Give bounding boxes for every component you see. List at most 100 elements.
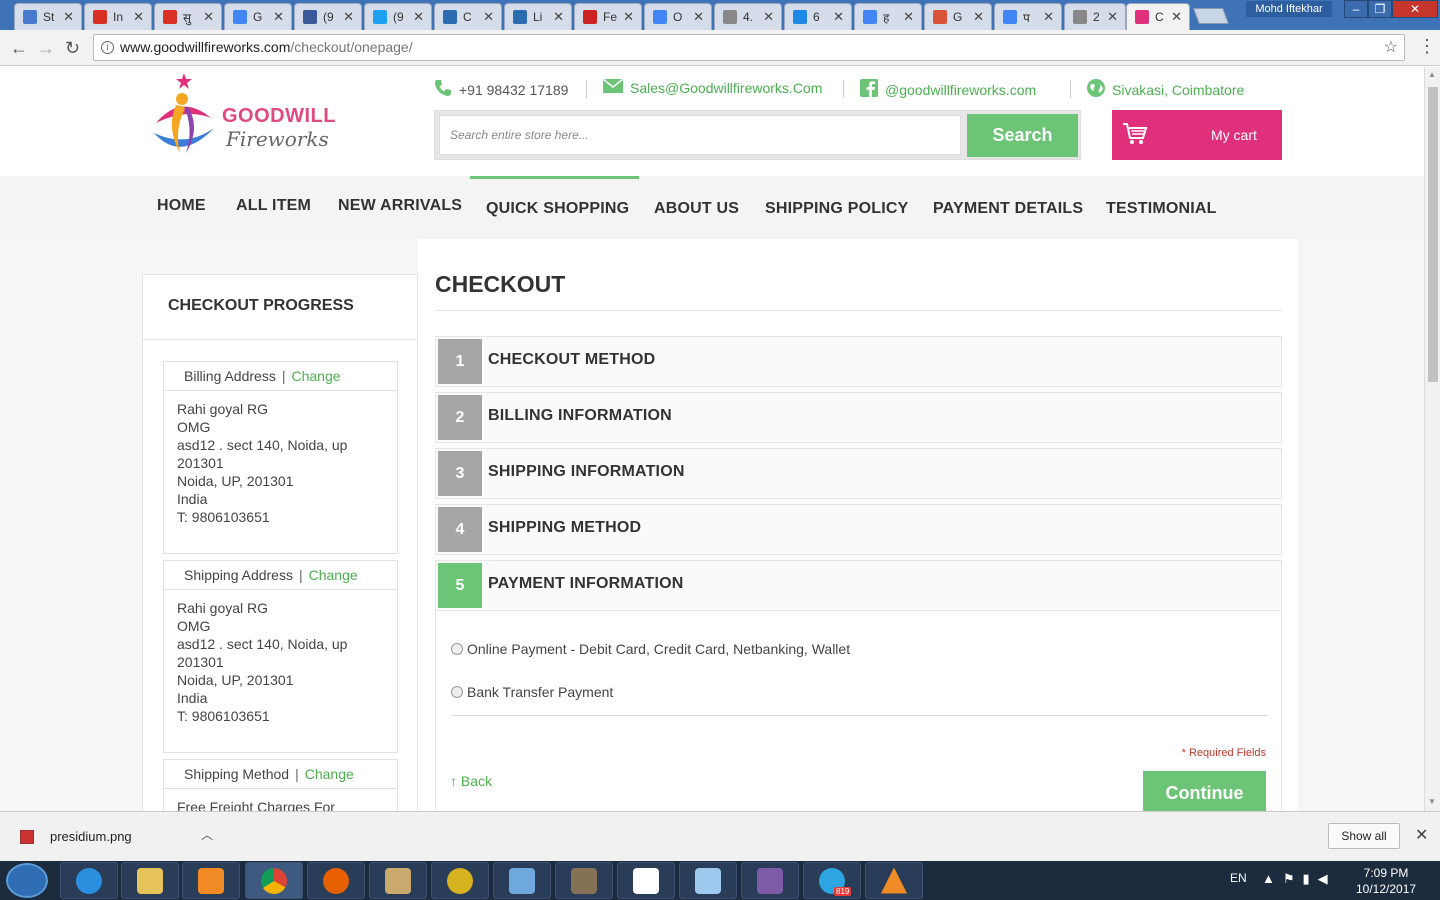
restore-window-icon[interactable]: ❐ <box>1368 0 1392 18</box>
header-facebook[interactable]: @goodwillfireworks.com <box>860 79 1036 100</box>
close-tab-icon[interactable]: ✕ <box>133 9 144 25</box>
nav-item-about-us[interactable]: ABOUT US <box>654 200 739 218</box>
browser-tab[interactable]: G ✕ <box>224 3 292 30</box>
nav-item-quick-shopping[interactable]: QUICK SHOPPING <box>486 200 629 218</box>
app-icon[interactable] <box>431 862 489 899</box>
firefox-icon[interactable] <box>307 862 365 899</box>
close-tab-icon[interactable]: ✕ <box>1107 9 1118 25</box>
browser-tab[interactable]: G ✕ <box>924 3 992 30</box>
language-indicator[interactable]: EN <box>1230 871 1247 885</box>
close-tab-icon[interactable]: ✕ <box>1171 9 1182 25</box>
notes-icon[interactable] <box>679 862 737 899</box>
scrollbar-thumb[interactable] <box>1428 87 1438 382</box>
system-tray-icons[interactable]: ▲⚑▮◀ <box>1262 871 1336 887</box>
nav-item-shipping-policy[interactable]: SHIPPING POLICY <box>765 200 908 218</box>
back-link[interactable]: ↑ Back <box>450 773 492 789</box>
nav-item-new-arrivals[interactable]: NEW ARRIVALS <box>338 197 462 215</box>
browser-profile-name[interactable]: Mohd Iftekhar <box>1246 1 1332 17</box>
browser-tab-active[interactable]: C ✕ <box>1126 3 1190 30</box>
vlc-icon[interactable] <box>865 862 923 899</box>
close-tab-icon[interactable]: ✕ <box>833 9 844 25</box>
close-tab-icon[interactable]: ✕ <box>63 9 74 25</box>
nav-item-all-item[interactable]: ALL ITEM <box>236 197 311 215</box>
payment-option-bank-transfer[interactable]: Bank Transfer Payment <box>451 684 613 700</box>
continue-button[interactable]: Continue <box>1143 771 1266 811</box>
browser-tab[interactable]: O ✕ <box>644 3 712 30</box>
nav-item-payment-details[interactable]: PAYMENT DETAILS <box>933 200 1083 218</box>
download-item[interactable]: presidium.png <box>20 829 132 844</box>
change-billing-link[interactable]: Change <box>291 368 340 384</box>
step-billing-information[interactable]: 2 BILLING INFORMATION <box>435 392 1282 443</box>
browser-tab[interactable]: प ✕ <box>994 3 1062 30</box>
site-logo[interactable]: GOODWILL Fireworks <box>146 73 335 163</box>
back-arrow-icon[interactable]: ← <box>10 38 28 59</box>
radio-button[interactable] <box>451 686 463 698</box>
browser-tab[interactable]: Li ✕ <box>504 3 572 30</box>
image-viewer-icon[interactable] <box>493 862 551 899</box>
step-checkout-method[interactable]: 1 CHECKOUT METHOD <box>435 336 1282 387</box>
close-window-icon[interactable]: ✕ <box>1392 0 1438 18</box>
page-scrollbar[interactable]: ▲ ▼ <box>1424 67 1440 811</box>
close-tab-icon[interactable]: ✕ <box>273 9 284 25</box>
change-shipping-method-link[interactable]: Change <box>305 766 354 782</box>
header-email[interactable]: Sales@Goodwillfireworks.Com <box>602 78 822 96</box>
minimize-window-icon[interactable]: – <box>1344 0 1368 18</box>
telegram-icon[interactable]: 819 <box>803 862 861 899</box>
new-tab-button[interactable] <box>1193 8 1229 24</box>
search-button[interactable]: Search <box>967 114 1078 157</box>
reload-icon[interactable]: ↻ <box>65 38 80 59</box>
nav-item-home[interactable]: HOME <box>157 197 206 215</box>
close-tab-icon[interactable]: ✕ <box>343 9 354 25</box>
browser-tab[interactable]: 6 ✕ <box>784 3 852 30</box>
paint-icon[interactable] <box>369 862 427 899</box>
browser-tab[interactable]: St ✕ <box>14 3 82 30</box>
site-info-icon[interactable]: i <box>101 41 114 54</box>
file-explorer-icon[interactable] <box>121 862 179 899</box>
browser-tab[interactable]: (9 ✕ <box>294 3 362 30</box>
close-tab-icon[interactable]: ✕ <box>483 9 494 25</box>
browser-tab[interactable]: C ✕ <box>434 3 502 30</box>
close-tab-icon[interactable]: ✕ <box>623 9 634 25</box>
payment-option-online[interactable]: Online Payment - Debit Card, Credit Card… <box>451 641 850 657</box>
internet-explorer-icon[interactable] <box>60 862 118 899</box>
close-tab-icon[interactable]: ✕ <box>413 9 424 25</box>
change-shipping-address-link[interactable]: Change <box>309 567 358 583</box>
close-tab-icon[interactable]: ✕ <box>903 9 914 25</box>
close-tab-icon[interactable]: ✕ <box>553 9 564 25</box>
media-player-icon[interactable] <box>182 862 240 899</box>
app-icon[interactable] <box>741 862 799 899</box>
gimp-icon[interactable] <box>555 862 613 899</box>
close-tab-icon[interactable]: ✕ <box>973 9 984 25</box>
my-cart-button[interactable]: My cart <box>1112 110 1282 160</box>
close-tab-icon[interactable]: ✕ <box>1043 9 1054 25</box>
browser-tab[interactable]: In ✕ <box>84 3 152 30</box>
browser-tab[interactable]: (9 ✕ <box>364 3 432 30</box>
taskbar-clock[interactable]: 7:09 PM 10/12/2017 <box>1356 865 1416 897</box>
browser-menu-icon[interactable]: ⋮ <box>1418 36 1436 57</box>
browser-tab[interactable]: 2 ✕ <box>1064 3 1126 30</box>
windows-start-icon[interactable] <box>6 863 48 898</box>
forward-arrow-icon[interactable]: → <box>37 38 55 59</box>
chrome-icon[interactable] <box>245 862 303 899</box>
browser-tab[interactable]: Fe ✕ <box>574 3 642 30</box>
header-phone[interactable]: +91 98432 17189 <box>434 79 568 100</box>
radio-button[interactable] <box>451 643 463 655</box>
app-icon[interactable] <box>617 862 675 899</box>
close-download-bar-icon[interactable]: ✕ <box>1415 825 1428 845</box>
step-shipping-method[interactable]: 4 SHIPPING METHOD <box>435 504 1282 555</box>
browser-tab[interactable]: ह ✕ <box>854 3 922 30</box>
chevron-up-icon[interactable]: ︿ <box>201 826 213 843</box>
nav-item-testimonial[interactable]: TESTIMONIAL <box>1106 200 1217 218</box>
browser-tab[interactable]: 4. ✕ <box>714 3 782 30</box>
header-location[interactable]: Sivakasi, Coimbatore <box>1087 79 1244 100</box>
close-tab-icon[interactable]: ✕ <box>203 9 214 25</box>
scroll-up-icon[interactable]: ▲ <box>1428 70 1436 79</box>
step-payment-information[interactable]: 5 PAYMENT INFORMATION <box>435 560 1282 611</box>
close-tab-icon[interactable]: ✕ <box>763 9 774 25</box>
step-shipping-information[interactable]: 3 SHIPPING INFORMATION <box>435 448 1282 499</box>
url-bar[interactable]: i www.goodwillfireworks.com/checkout/one… <box>93 34 1405 61</box>
browser-tab[interactable]: सु ✕ <box>154 3 222 30</box>
bookmark-star-icon[interactable]: ☆ <box>1384 35 1398 60</box>
show-all-downloads-button[interactable]: Show all <box>1328 823 1400 849</box>
scroll-down-icon[interactable]: ▼ <box>1428 797 1436 806</box>
